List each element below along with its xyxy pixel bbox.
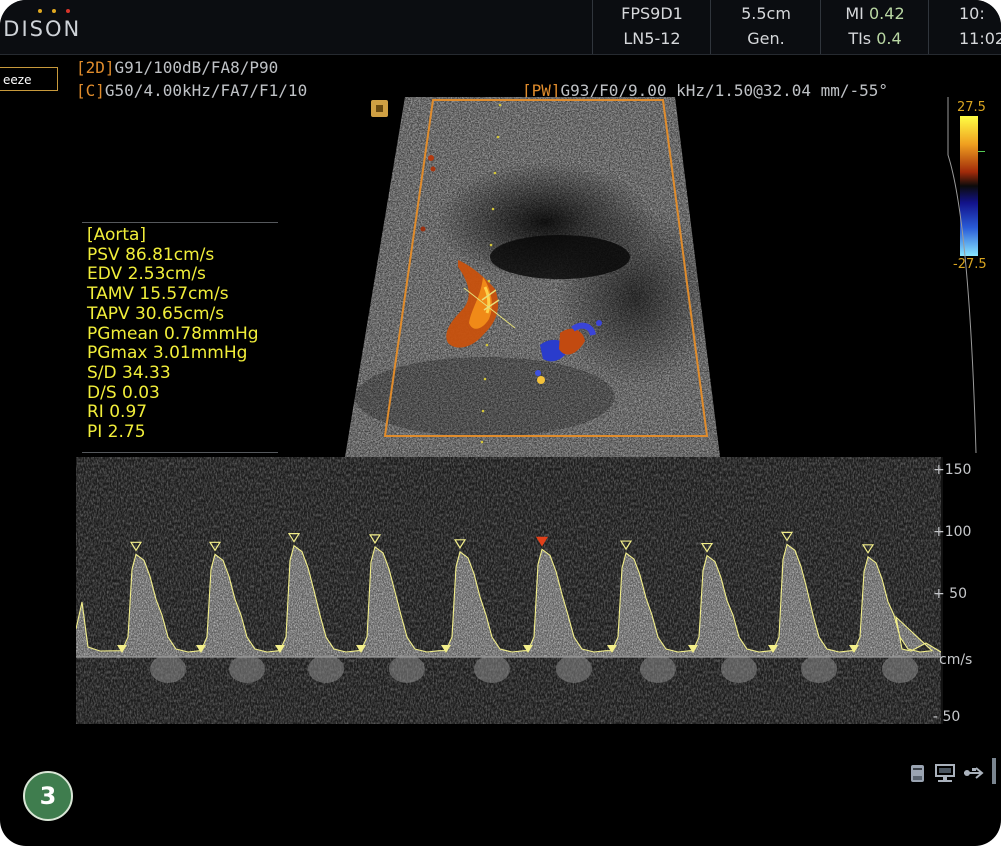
tis-label: TIs xyxy=(848,29,872,48)
reverse-flow xyxy=(640,655,676,683)
mi-label: MI xyxy=(845,4,864,23)
index-info: MI 0.42 TIs 0.4 xyxy=(820,0,929,54)
scale-50: + 50 xyxy=(933,586,967,602)
measurement-value: PGmean 0.78mmHg xyxy=(87,323,259,344)
figure-number-badge: 3 xyxy=(23,771,73,821)
brand-dots xyxy=(38,9,70,13)
reverse-flow xyxy=(801,655,837,683)
brand-logo: EDISON xyxy=(0,17,82,41)
time-value: 11:02 xyxy=(959,29,1001,48)
status-indicator xyxy=(992,758,996,784)
freeze-button[interactable]: eeze xyxy=(0,67,58,91)
usb-icon[interactable] xyxy=(962,762,984,784)
ultrasound-screen: EDISON FPS9D1 LN5-12 5.5cm Gen. MI 0.42 … xyxy=(0,0,1001,846)
reverse-flow xyxy=(882,655,918,683)
depth-info[interactable]: 5.5cm Gen. xyxy=(710,0,821,54)
header-bar: EDISON FPS9D1 LN5-12 5.5cm Gen. MI 0.42 … xyxy=(0,0,1001,55)
measurement-value: TAMV 15.57cm/s xyxy=(87,284,229,305)
application-value: Gen. xyxy=(747,29,785,48)
probe-info[interactable]: FPS9D1 LN5-12 xyxy=(592,0,711,54)
measurement-panel: [Aorta] PSV 86.81cm/s EDV 2.53cm/s TAMV 15.… xyxy=(82,222,278,453)
mi-readout: MI 0.42 xyxy=(821,3,929,25)
reverse-flow xyxy=(556,655,592,683)
measurement-value: S/D 34.33 xyxy=(87,362,171,383)
probe-preset: FPS9D1 xyxy=(621,4,683,23)
color-doppler-image[interactable] xyxy=(345,97,720,457)
measurement-value: D/S 0.03 xyxy=(87,382,160,403)
reverse-flow xyxy=(474,655,510,683)
scale-150: +150 xyxy=(933,462,972,478)
param-2d-tag: [2D] xyxy=(76,58,115,77)
measurement-value: RI 0.97 xyxy=(87,402,148,423)
storage-icon[interactable] xyxy=(907,762,929,784)
reverse-flow xyxy=(389,655,425,683)
measurement-vessel-label: [Aorta] xyxy=(87,225,147,245)
orientation-marker-icon xyxy=(371,100,388,117)
depth-value: 5.5cm xyxy=(741,4,791,23)
scale-unit: cm/s xyxy=(939,652,973,668)
reverse-flow xyxy=(721,655,757,683)
scale-100: +100 xyxy=(933,524,972,540)
tis-value: 0.4 xyxy=(876,29,902,48)
measurement-value: EDV 2.53cm/s xyxy=(87,264,206,285)
param-2d-value: G91/100dB/FA8/P90 xyxy=(114,58,279,77)
tgc-curve xyxy=(947,97,977,454)
measurement-value: PGmax 3.01mmHg xyxy=(87,343,248,364)
brand-dot xyxy=(52,9,56,13)
measurement-value: PI 2.75 xyxy=(87,422,146,443)
measurement-value: TAPV 30.65cm/s xyxy=(87,303,225,324)
param-2d: [2D]G91/100dB/FA8/P90 xyxy=(76,58,278,77)
reverse-flow xyxy=(150,655,186,683)
brand-dot xyxy=(66,9,70,13)
clock: 10: 11:02 xyxy=(928,0,1001,54)
probe-model: LN5-12 xyxy=(623,29,681,48)
brand-dot xyxy=(38,9,42,13)
tis-readout: TIs 0.4 xyxy=(821,28,929,50)
network-icon[interactable] xyxy=(934,762,956,784)
date-partial: 10: xyxy=(959,4,985,23)
measurement-value: PSV 86.81cm/s xyxy=(87,244,215,265)
scale-neg50: - 50 xyxy=(933,709,961,725)
reverse-flow xyxy=(229,655,265,683)
param-color-tag: [C] xyxy=(76,81,105,100)
mi-value: 0.42 xyxy=(869,4,905,23)
param-color-value: G50/4.00kHz/FA7/F1/10 xyxy=(104,81,308,100)
spectral-doppler-trace[interactable] xyxy=(76,457,941,724)
param-color: [C]G50/4.00kHz/FA7/F1/10 xyxy=(76,81,307,100)
reverse-flow xyxy=(308,655,344,683)
